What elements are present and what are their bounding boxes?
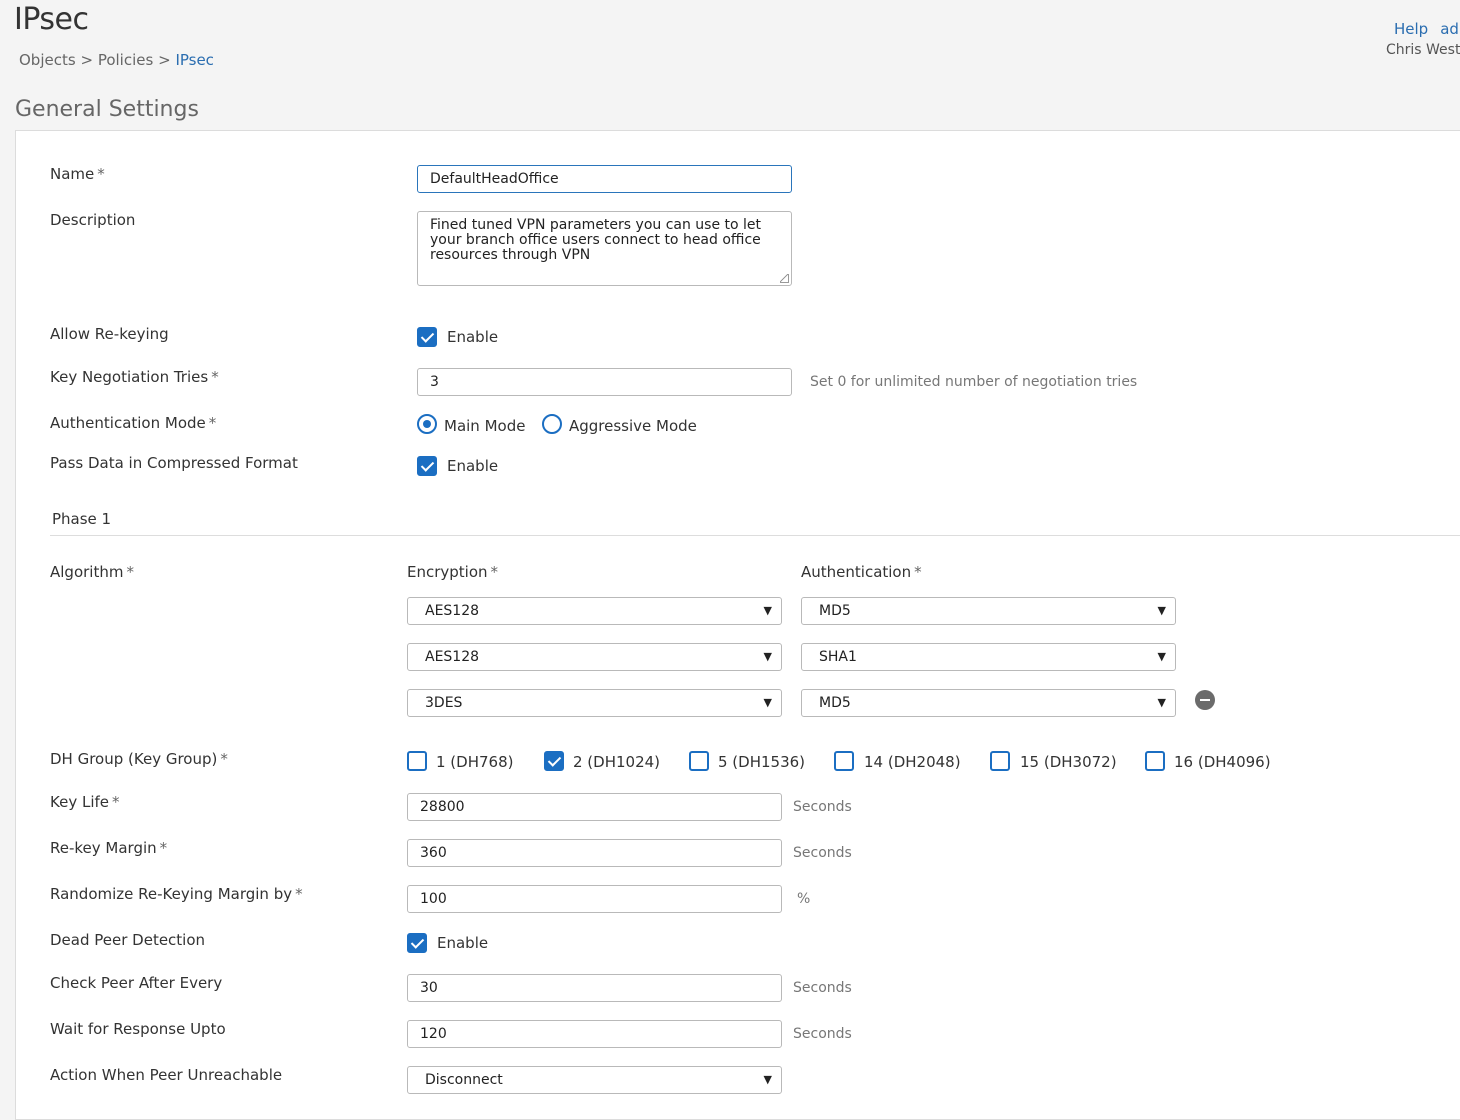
wait-response-unit: Seconds: [793, 1026, 852, 1042]
description-label: Description: [50, 211, 136, 229]
dh-group-checkbox-16[interactable]: [1145, 751, 1165, 771]
section-title: General Settings: [15, 97, 199, 122]
authentication-select-3[interactable]: MD5 ▼: [801, 689, 1176, 717]
rekey-margin-input[interactable]: 360: [407, 839, 782, 867]
breadcrumb-ipsec: IPsec: [175, 51, 214, 69]
name-input[interactable]: DefaultHeadOffice: [417, 165, 792, 193]
dh-group-checkbox-2[interactable]: [544, 751, 564, 771]
auth-mode-label: Authentication Mode *: [50, 414, 217, 432]
encryption-select-1[interactable]: AES128 ▼: [407, 597, 782, 625]
chevron-down-icon: ▼: [1157, 604, 1166, 617]
authentication-select-1[interactable]: MD5 ▼: [801, 597, 1176, 625]
allow-rekeying-label: Allow Re-keying: [50, 325, 169, 343]
help-link[interactable]: Help: [1394, 20, 1428, 38]
admin-link[interactable]: ad: [1440, 20, 1459, 38]
chevron-down-icon: ▼: [763, 1073, 772, 1086]
breadcrumb-policies[interactable]: Policies: [98, 51, 153, 69]
dh-group-checkbox-15[interactable]: [990, 751, 1010, 771]
dh-group-checkbox-1[interactable]: [407, 751, 427, 771]
compressed-option: Enable: [447, 457, 499, 475]
rekey-margin-label: Re-key Margin *: [50, 839, 168, 857]
dh-group-checkbox-14[interactable]: [834, 751, 854, 771]
wait-response-label: Wait for Response Upto: [50, 1020, 226, 1038]
dh-group-option-16: 16 (DH4096): [1174, 753, 1271, 771]
rekey-margin-unit: Seconds: [793, 845, 852, 861]
chevron-down-icon: ▼: [763, 696, 772, 709]
encryption-header: Encryption *: [407, 563, 499, 581]
dpd-label: Dead Peer Detection: [50, 931, 206, 949]
dh-group-option-2: 2 (DH1024): [573, 753, 661, 771]
phase1-divider: [50, 535, 1460, 536]
chevron-down-icon: ▼: [1157, 696, 1166, 709]
phase1-title: Phase 1: [52, 510, 112, 528]
current-user: Chris West: [1386, 42, 1460, 58]
encryption-select-3[interactable]: 3DES ▼: [407, 689, 782, 717]
aggressive-mode-radio[interactable]: [542, 414, 562, 434]
remove-row-icon[interactable]: [1195, 690, 1215, 710]
top-links: Help ad: [1394, 20, 1460, 38]
chevron-down-icon: ▼: [763, 650, 772, 663]
page-title: IPsec: [14, 2, 89, 37]
check-peer-unit: Seconds: [793, 980, 852, 996]
randomize-input[interactable]: 100: [407, 885, 782, 913]
randomize-label: Randomize Re-Keying Margin by *: [50, 885, 303, 903]
key-life-label: Key Life *: [50, 793, 120, 811]
dh-group-option-14: 14 (DH2048): [864, 753, 961, 771]
dh-group-option-5: 5 (DH1536): [718, 753, 806, 771]
dpd-checkbox[interactable]: [407, 933, 427, 953]
encryption-select-2[interactable]: AES128 ▼: [407, 643, 782, 671]
key-negotiation-hint: Set 0 for unlimited number of negotiatio…: [810, 374, 1138, 390]
description-textarea[interactable]: Fined tuned VPN parameters you can use t…: [417, 211, 792, 286]
aggressive-mode-label: Aggressive Mode: [569, 417, 697, 435]
name-label: Name *: [50, 165, 105, 183]
dh-group-option-1: 1 (DH768): [436, 753, 514, 771]
dh-group-option-15: 15 (DH3072): [1020, 753, 1117, 771]
check-peer-label: Check Peer After Every: [50, 974, 223, 992]
action-unreachable-label: Action When Peer Unreachable: [50, 1066, 283, 1084]
key-life-unit: Seconds: [793, 799, 852, 815]
dpd-option: Enable: [437, 934, 489, 952]
chevron-down-icon: ▼: [1157, 650, 1166, 663]
allow-rekeying-option: Enable: [447, 328, 499, 346]
algorithm-label: Algorithm *: [50, 563, 134, 581]
main-mode-label: Main Mode: [444, 417, 526, 435]
main-mode-radio[interactable]: [417, 414, 437, 434]
compressed-checkbox[interactable]: [417, 456, 437, 476]
key-life-input[interactable]: 28800: [407, 793, 782, 821]
compressed-label: Pass Data in Compressed Format: [50, 454, 298, 472]
key-negotiation-input[interactable]: 3: [417, 368, 792, 396]
dh-group-label: DH Group (Key Group) *: [50, 750, 228, 768]
chevron-down-icon: ▼: [763, 604, 772, 617]
allow-rekeying-checkbox[interactable]: [417, 327, 437, 347]
resize-grip-icon[interactable]: [780, 274, 789, 283]
wait-response-input[interactable]: 120: [407, 1020, 782, 1048]
action-unreachable-select[interactable]: Disconnect ▼: [407, 1066, 782, 1094]
breadcrumb: Objects > Policies > IPsec: [19, 51, 214, 69]
key-negotiation-label: Key Negotiation Tries *: [50, 368, 219, 386]
authentication-header: Authentication *: [801, 563, 922, 581]
check-peer-input[interactable]: 30: [407, 974, 782, 1002]
dh-group-checkbox-5[interactable]: [689, 751, 709, 771]
breadcrumb-objects[interactable]: Objects: [19, 51, 76, 69]
randomize-unit: %: [797, 891, 811, 907]
authentication-select-2[interactable]: SHA1 ▼: [801, 643, 1176, 671]
